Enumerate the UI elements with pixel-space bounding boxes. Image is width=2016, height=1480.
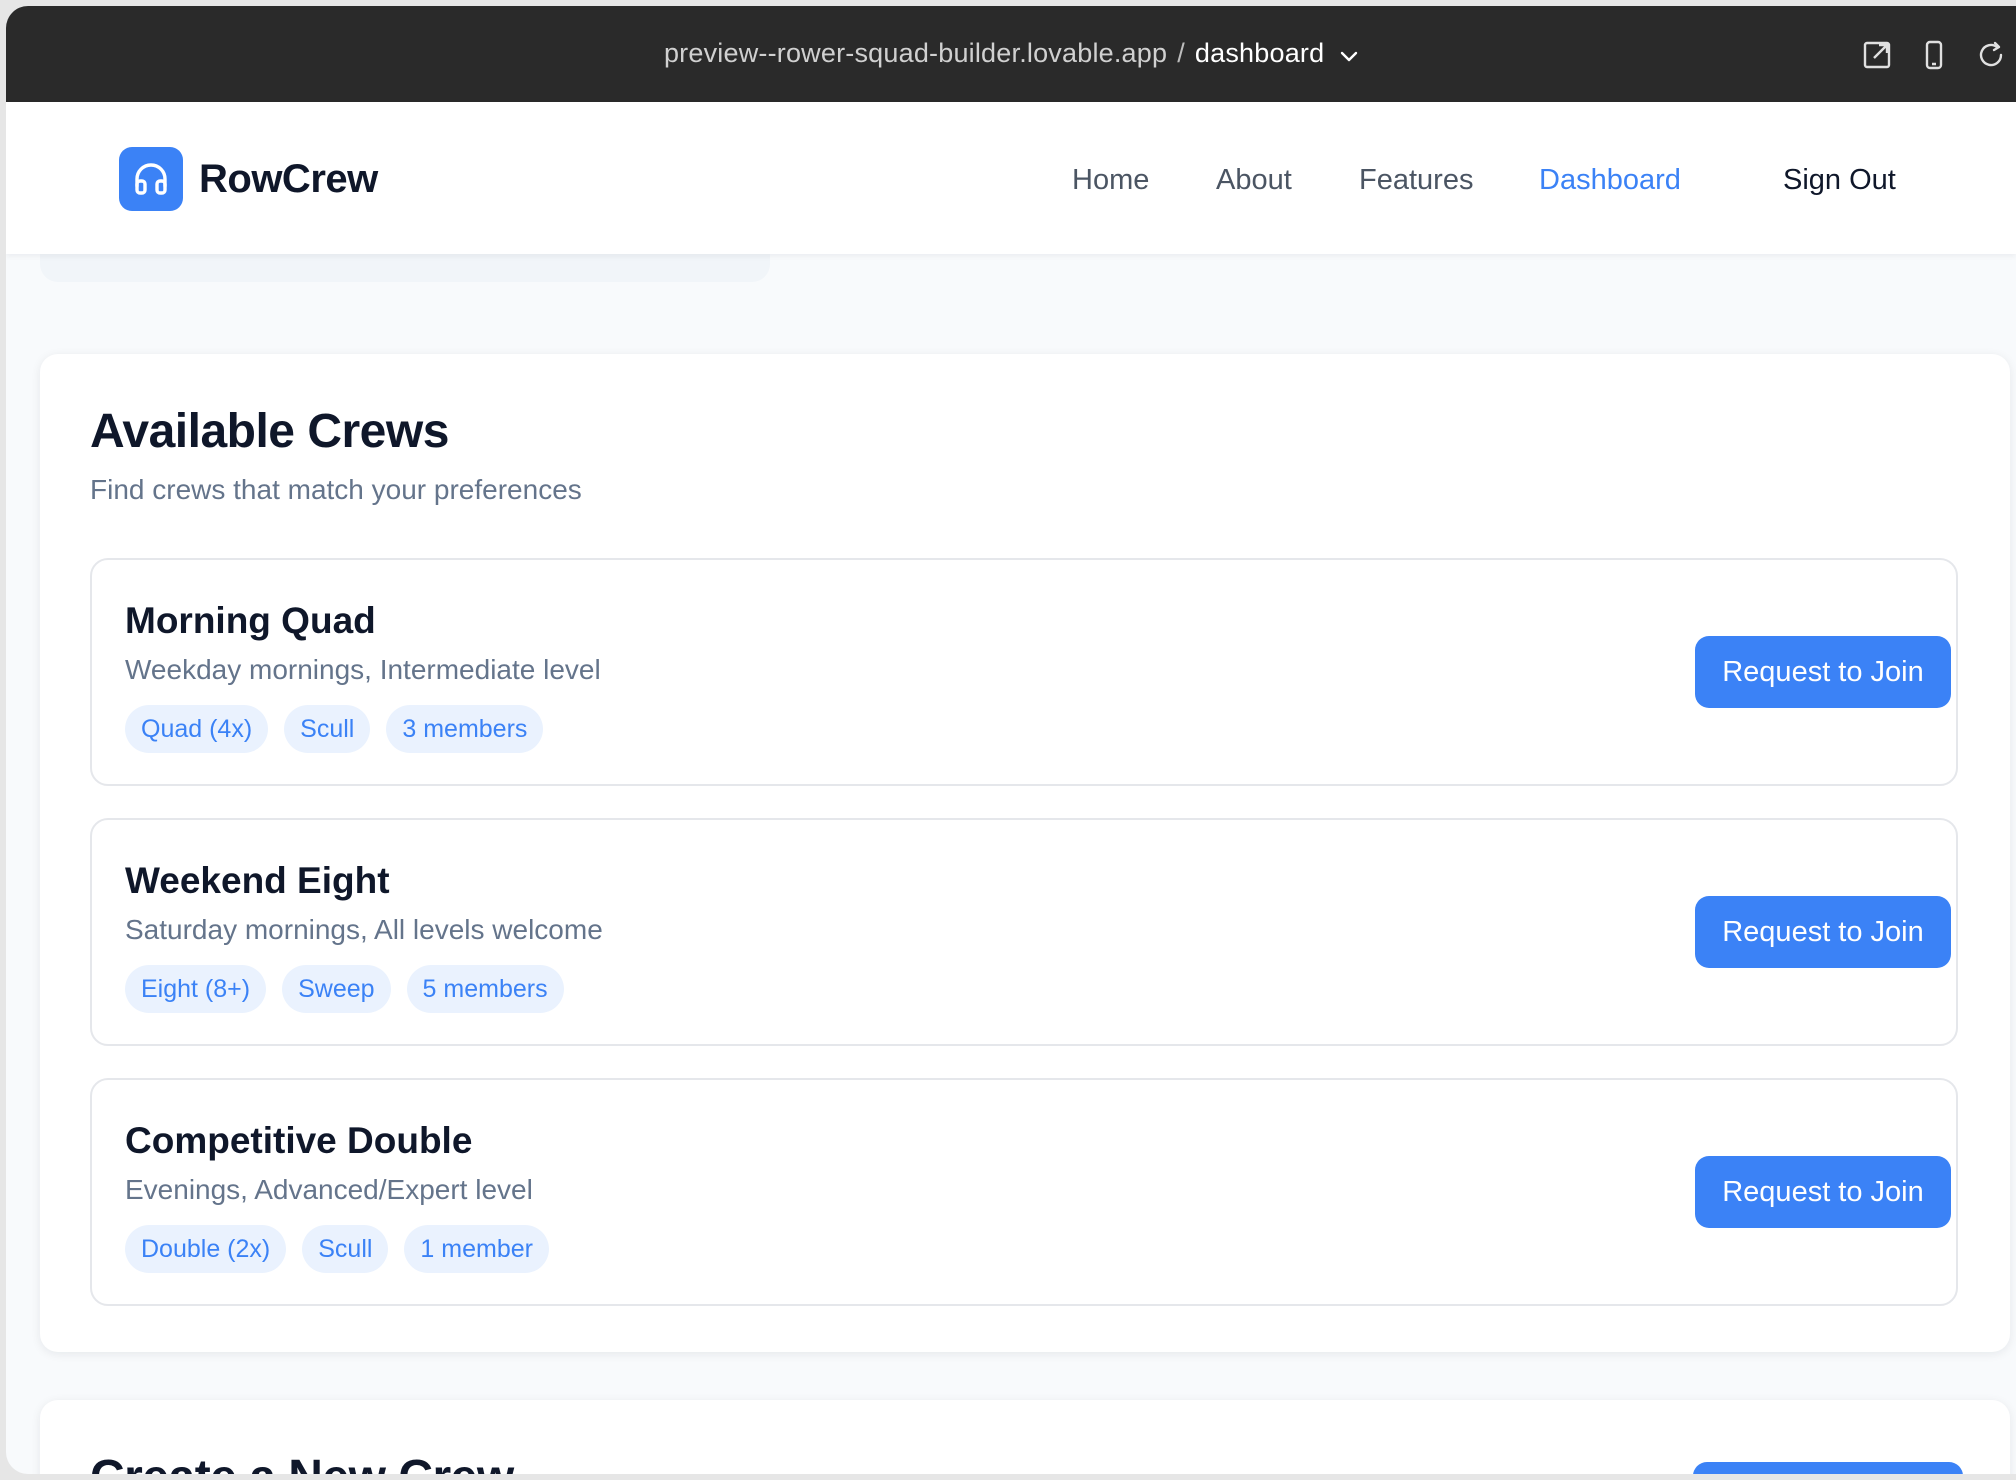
member-count-badge: 5 members xyxy=(406,965,564,1013)
request-to-join-button[interactable]: Request to Join xyxy=(1695,636,1951,708)
request-to-join-button[interactable]: Request to Join xyxy=(1695,896,1951,968)
chevron-down-icon[interactable] xyxy=(1340,39,1358,70)
crew-card: Morning Quad Weekday mornings, Intermedi… xyxy=(90,558,1958,786)
boat-type-badge: Quad (4x) xyxy=(125,705,269,753)
reload-icon[interactable] xyxy=(1976,40,2006,70)
crew-name: Competitive Double xyxy=(125,1120,473,1161)
crew-description: Weekday mornings, Intermediate level xyxy=(125,654,601,685)
nav-home[interactable]: Home xyxy=(1072,164,1149,197)
section-subtitle: Find crews that match your preferences xyxy=(90,474,582,505)
crew-tags: Double (2x) Scull 1 member xyxy=(125,1225,549,1273)
create-crew-panel: Create a New Crew xyxy=(40,1400,2010,1474)
crew-name: Weekend Eight xyxy=(125,860,390,901)
site-navbar: RowCrew Home About Features Dashboard Si… xyxy=(6,102,2016,254)
mobile-preview-icon[interactable] xyxy=(1919,40,1949,70)
crew-description: Saturday mornings, All levels welcome xyxy=(125,914,603,945)
create-crew-button[interactable] xyxy=(1693,1462,1963,1474)
browser-window: preview--rower-squad-builder.lovable.app… xyxy=(6,6,2016,1474)
open-external-icon[interactable] xyxy=(1862,40,1892,70)
rowing-style-badge: Sweep xyxy=(282,965,391,1013)
crew-tags: Eight (8+) Sweep 5 members xyxy=(125,965,564,1013)
member-count-badge: 1 member xyxy=(404,1225,549,1273)
crew-card: Weekend Eight Saturday mornings, All lev… xyxy=(90,818,1958,1046)
request-to-join-button[interactable]: Request to Join xyxy=(1695,1156,1951,1228)
section-title: Available Crews xyxy=(90,405,449,458)
nav-features[interactable]: Features xyxy=(1359,164,1473,197)
url-host: preview--rower-squad-builder.lovable.app xyxy=(663,38,1168,68)
url-route: dashboard xyxy=(1194,38,1325,68)
url-separator: / xyxy=(1177,38,1185,68)
rowing-style-badge: Scull xyxy=(302,1225,389,1273)
browser-toolbar: preview--rower-squad-builder.lovable.app… xyxy=(6,6,2016,102)
headphones-icon[interactable] xyxy=(119,147,183,211)
brand-name[interactable]: RowCrew xyxy=(199,157,378,202)
crew-tags: Quad (4x) Scull 3 members xyxy=(125,705,544,753)
crew-description: Evenings, Advanced/Expert level xyxy=(125,1174,533,1205)
crew-card: Competitive Double Evenings, Advanced/Ex… xyxy=(90,1078,1958,1306)
boat-type-badge: Eight (8+) xyxy=(125,965,267,1013)
address-bar[interactable]: preview--rower-squad-builder.lovable.app… xyxy=(6,38,2016,70)
sign-out-button[interactable]: Sign Out xyxy=(1783,164,1896,197)
nav-about[interactable]: About xyxy=(1216,164,1292,197)
boat-type-badge: Double (2x) xyxy=(125,1225,287,1273)
section-title: Create a New Crew xyxy=(90,1450,514,1474)
member-count-badge: 3 members xyxy=(386,705,544,753)
nav-dashboard[interactable]: Dashboard xyxy=(1539,164,1681,197)
crew-name: Morning Quad xyxy=(125,600,376,641)
rowing-style-badge: Scull xyxy=(284,705,371,753)
available-crews-panel: Available Crews Find crews that match yo… xyxy=(40,354,2010,1352)
